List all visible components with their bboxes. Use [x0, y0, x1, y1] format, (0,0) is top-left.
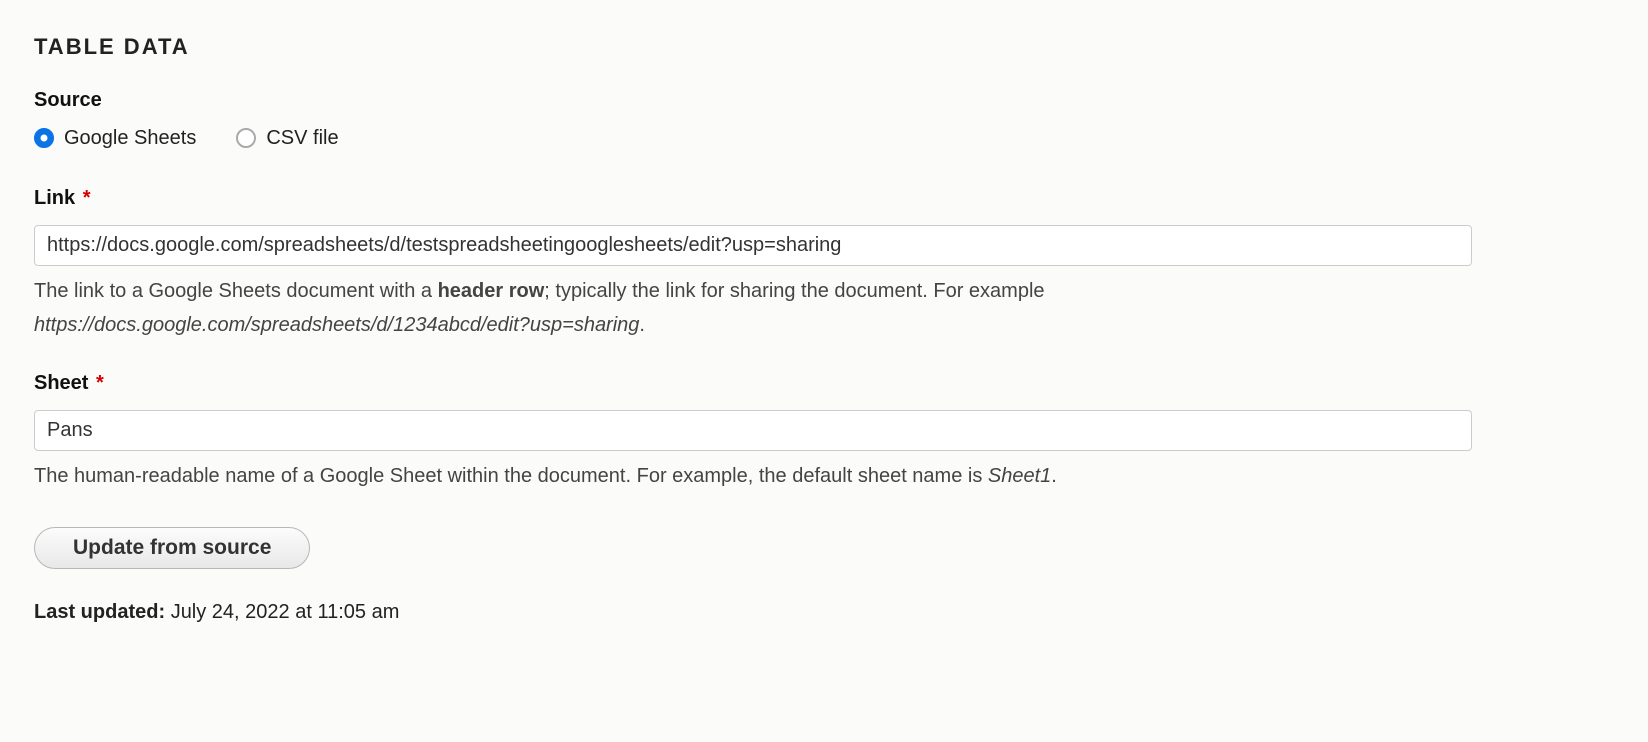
help-text-italic: https://docs.google.com/spreadsheets/d/1…	[34, 314, 639, 336]
help-text-segment: ; typically the link for sharing the doc…	[544, 280, 1044, 302]
sheet-input[interactable]	[34, 410, 1472, 451]
source-label: Source	[34, 85, 1614, 115]
last-updated-value: July 24, 2022 at 11:05 am	[171, 601, 400, 623]
sheet-label: Sheet *	[34, 368, 1614, 398]
help-text-italic: Sheet1	[988, 465, 1051, 487]
help-text-segment: .	[1051, 465, 1057, 487]
required-star-icon: *	[83, 187, 91, 209]
sheet-help-text: The human-readable name of a Google Shee…	[34, 459, 1472, 493]
radio-label: CSV file	[266, 123, 338, 153]
link-label-text: Link	[34, 187, 75, 209]
last-updated-row: Last updated: July 24, 2022 at 11:05 am	[34, 597, 1614, 627]
link-label: Link *	[34, 183, 1614, 213]
required-star-icon: *	[96, 372, 104, 394]
help-text-segment: The human-readable name of a Google Shee…	[34, 465, 988, 487]
link-input[interactable]	[34, 225, 1472, 266]
help-text-segment: .	[639, 314, 645, 336]
sheet-label-text: Sheet	[34, 372, 88, 394]
link-help-text: The link to a Google Sheets document wit…	[34, 274, 1472, 342]
radio-icon	[34, 128, 54, 148]
help-text-bold: header row	[438, 280, 545, 302]
source-radio-group: Google Sheets CSV file	[34, 123, 1614, 153]
radio-csv-file[interactable]: CSV file	[236, 123, 338, 153]
sheet-field-group: Sheet * The human-readable name of a Goo…	[34, 368, 1614, 493]
update-from-source-button[interactable]: Update from source	[34, 527, 310, 569]
radio-google-sheets[interactable]: Google Sheets	[34, 123, 196, 153]
link-field-group: Link * The link to a Google Sheets docum…	[34, 183, 1614, 342]
section-title-table-data: TABLE DATA	[34, 30, 1614, 63]
source-field-group: Source Google Sheets CSV file	[34, 85, 1614, 153]
radio-icon	[236, 128, 256, 148]
help-text-segment: The link to a Google Sheets document wit…	[34, 280, 438, 302]
radio-label: Google Sheets	[64, 123, 196, 153]
last-updated-label: Last updated:	[34, 601, 165, 623]
